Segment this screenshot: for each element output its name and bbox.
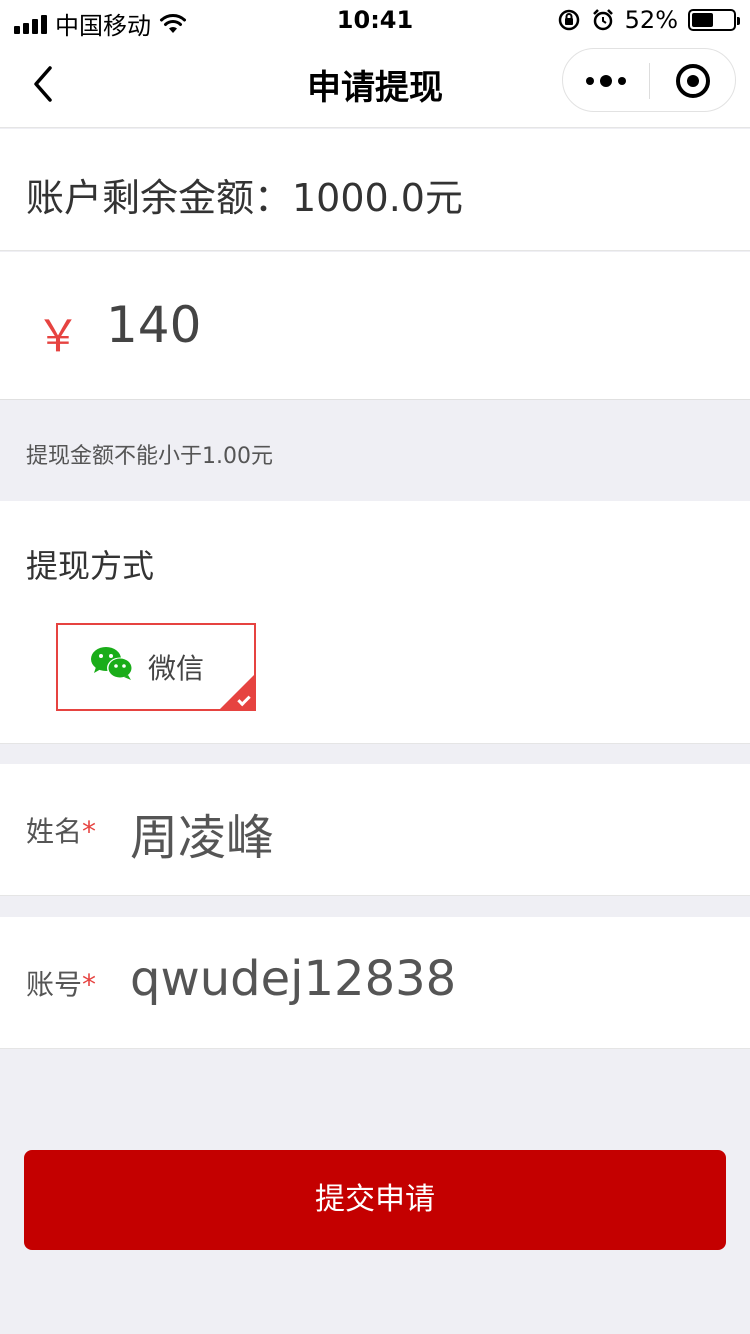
submit-button[interactable]: 提交申请 xyxy=(24,1150,726,1250)
min-amount-hint: 提现金额不能小于1.00元 xyxy=(26,444,273,469)
wechat-label: 微信 xyxy=(148,652,205,685)
more-button[interactable] xyxy=(563,49,649,113)
more-dot-icon xyxy=(586,77,594,85)
name-row: 姓名* 周凌峰 xyxy=(0,764,750,896)
amount-section: ￥ 140 xyxy=(0,252,750,400)
name-label-text: 姓名 xyxy=(26,815,83,848)
balance-section: 账户剩余金额：1000.0元 xyxy=(0,129,750,251)
close-miniprogram-button[interactable] xyxy=(650,49,736,113)
battery-percent: 52% xyxy=(624,6,678,34)
nav-bar: 申请提现 xyxy=(0,40,750,128)
method-title: 提现方式 xyxy=(26,547,155,585)
required-mark: * xyxy=(82,968,97,1001)
account-label-text: 账号 xyxy=(26,968,83,1001)
more-dot-icon xyxy=(600,75,612,87)
account-input[interactable]: qwudej12838 xyxy=(130,951,456,1007)
wechat-option[interactable]: 微信 xyxy=(56,623,256,711)
more-dot-icon xyxy=(618,77,626,85)
miniprogram-capsule xyxy=(562,48,736,112)
target-icon xyxy=(676,64,710,98)
account-label: 账号* xyxy=(26,963,96,1003)
amount-input[interactable]: 140 xyxy=(106,296,201,354)
name-input[interactable]: 周凌峰 xyxy=(130,798,274,868)
alarm-icon xyxy=(592,9,613,31)
selected-corner xyxy=(220,675,254,709)
balance-text: 账户剩余金额：1000.0元 xyxy=(26,176,463,220)
rotation-lock-icon xyxy=(558,9,579,31)
battery-icon xyxy=(688,9,740,31)
currency-symbol: ￥ xyxy=(36,311,80,362)
required-mark: * xyxy=(82,815,97,848)
account-row: 账号* qwudej12838 xyxy=(0,917,750,1049)
name-label: 姓名* xyxy=(26,810,96,850)
status-right: 52% xyxy=(557,6,740,34)
status-bar: 中国移动 10:41 52% xyxy=(0,0,750,40)
battery-level xyxy=(692,13,713,27)
wechat-icon xyxy=(91,647,133,680)
withdraw-method-section: 提现方式 微信 xyxy=(0,501,750,744)
